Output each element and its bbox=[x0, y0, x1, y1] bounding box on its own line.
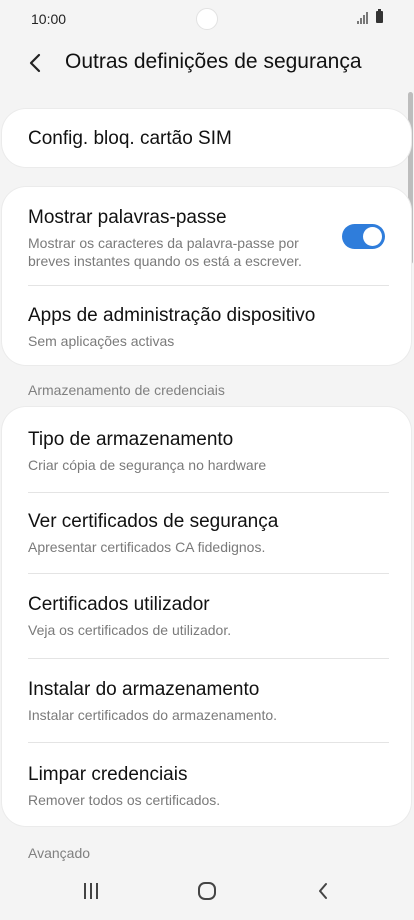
credential-storage-header: Armazenamento de credenciais bbox=[28, 382, 225, 398]
install-from-storage-item[interactable]: Instalar do armazenamento Instalar certi… bbox=[28, 679, 381, 724]
show-passwords-toggle[interactable] bbox=[342, 224, 385, 249]
view-certificates-title: Ver certificados de segurança bbox=[28, 511, 279, 532]
password-admin-card: Mostrar palavras-passe Mostrar os caract… bbox=[2, 187, 411, 365]
user-certificates-item[interactable]: Certificados utilizador Veja os certific… bbox=[28, 594, 381, 639]
view-certificates-subtitle: Apresentar certificados CA fidedignos. bbox=[28, 539, 266, 555]
install-from-storage-subtitle: Instalar certificados do armazenamento. bbox=[28, 707, 278, 723]
recents-button[interactable] bbox=[71, 876, 111, 906]
status-bar: 10:00 bbox=[0, 0, 414, 38]
divider bbox=[28, 492, 389, 493]
camera-cutout bbox=[196, 8, 218, 30]
toggle-knob bbox=[363, 227, 382, 246]
battery-icon bbox=[376, 9, 383, 23]
home-button[interactable] bbox=[187, 876, 227, 906]
divider bbox=[28, 285, 389, 286]
navigation-bar bbox=[0, 862, 414, 920]
storage-type-subtitle: Criar cópia de segurança no hardware bbox=[28, 457, 267, 473]
advanced-header: Avançado bbox=[28, 845, 91, 861]
device-admin-subtitle: Sem aplicações activas bbox=[28, 333, 175, 349]
divider bbox=[28, 573, 389, 574]
show-passwords-item[interactable]: Mostrar palavras-passe Mostrar os caract… bbox=[28, 207, 321, 270]
recents-icon bbox=[84, 883, 98, 899]
user-certificates-subtitle: Veja os certificados de utilizador. bbox=[28, 622, 232, 638]
page-title: Outras definições de segurança bbox=[65, 50, 362, 73]
divider bbox=[28, 658, 389, 659]
device-admin-title: Apps de administração dispositivo bbox=[28, 305, 316, 326]
divider bbox=[28, 742, 389, 743]
sim-lock-item[interactable]: Config. bloq. cartão SIM bbox=[28, 128, 381, 150]
status-time: 10:00 bbox=[31, 11, 67, 27]
storage-type-title: Tipo de armazenamento bbox=[28, 429, 234, 450]
credential-storage-card: Tipo de armazenamento Criar cópia de seg… bbox=[2, 407, 411, 826]
back-button[interactable] bbox=[22, 49, 50, 77]
back-arrow-icon bbox=[29, 53, 41, 73]
device-admin-item[interactable]: Apps de administração dispositivo Sem ap… bbox=[28, 305, 381, 350]
clear-credentials-item[interactable]: Limpar credenciais Remover todos os cert… bbox=[28, 764, 381, 809]
home-icon bbox=[198, 882, 216, 900]
storage-type-item[interactable]: Tipo de armazenamento Criar cópia de seg… bbox=[28, 429, 381, 474]
clear-credentials-title: Limpar credenciais bbox=[28, 764, 188, 785]
nav-back-icon bbox=[319, 883, 327, 899]
user-certificates-title: Certificados utilizador bbox=[28, 594, 210, 615]
nav-back-button[interactable] bbox=[303, 876, 343, 906]
sim-lock-card: Config. bloq. cartão SIM bbox=[2, 109, 411, 167]
install-from-storage-title: Instalar do armazenamento bbox=[28, 679, 260, 700]
show-passwords-subtitle: Mostrar os caracteres da palavra-passe p… bbox=[28, 235, 302, 269]
clear-credentials-subtitle: Remover todos os certificados. bbox=[28, 792, 221, 808]
signal-icon bbox=[357, 12, 368, 24]
sim-lock-title: Config. bloq. cartão SIM bbox=[28, 128, 232, 149]
view-certificates-item[interactable]: Ver certificados de segurança Apresentar… bbox=[28, 511, 381, 556]
app-header: Outras definições de segurança bbox=[0, 38, 414, 90]
show-passwords-title: Mostrar palavras-passe bbox=[28, 207, 227, 228]
